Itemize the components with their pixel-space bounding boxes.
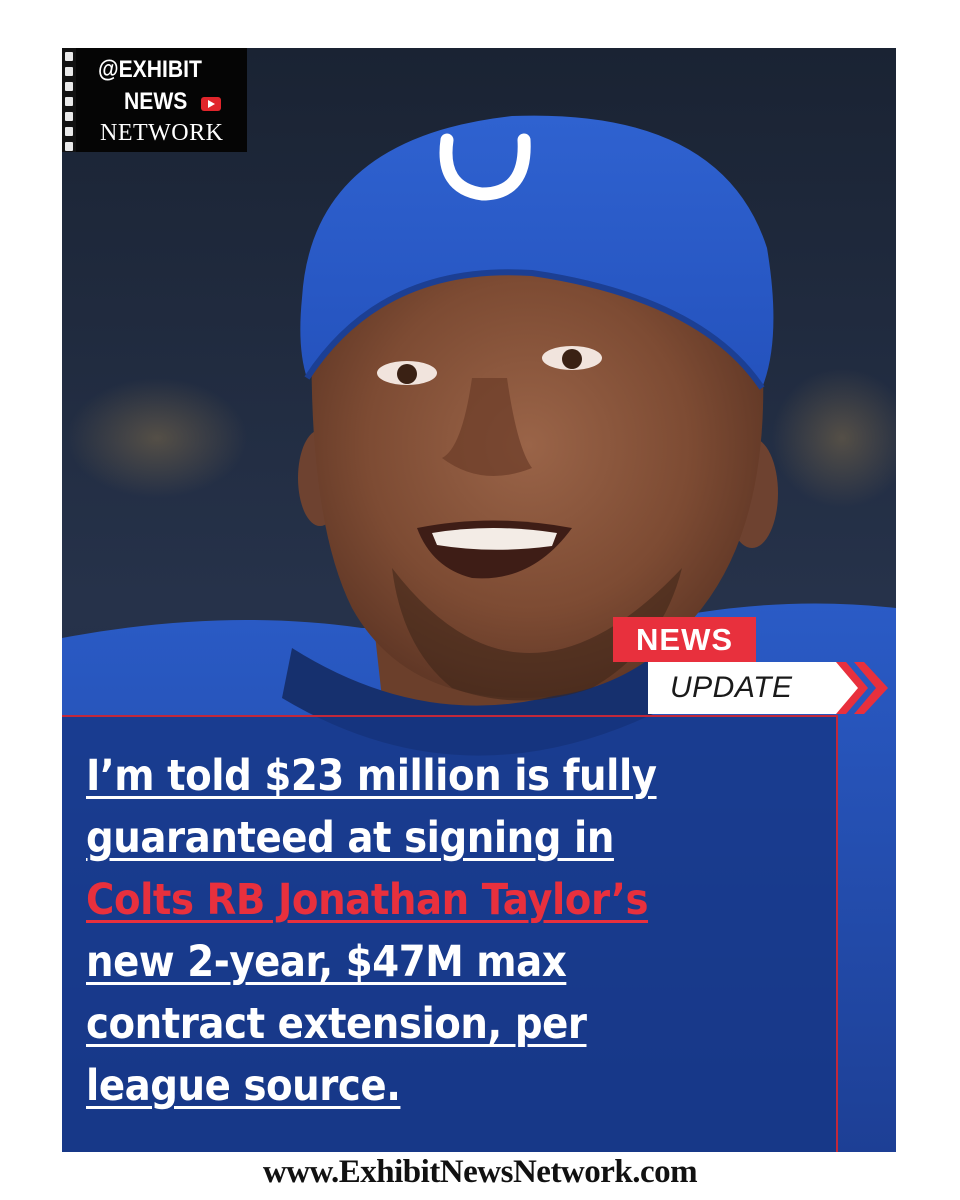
- headline-box: I’m told $23 million is fully guaranteed…: [62, 715, 838, 1152]
- footer-website-url[interactable]: www.ExhibitNewsNetwork.com: [0, 1154, 960, 1194]
- exhibit-news-network-logo: @EXHIBIT NEWS NETWORK: [62, 48, 247, 152]
- update-tag: UPDATE: [648, 662, 838, 714]
- film-strip-icon: [62, 48, 76, 152]
- news-tag: NEWS: [613, 617, 756, 662]
- logo-text-network: NETWORK: [100, 120, 224, 146]
- news-card: @EXHIBIT NEWS NETWORK NEWS UPDATE I’m to…: [62, 48, 896, 1152]
- headline-line-highlight: Colts RB Jonathan Taylor’s: [86, 875, 649, 925]
- double-chevron-right-icon: [836, 662, 888, 714]
- headline-line: new 2-year, $47M max: [86, 937, 567, 987]
- headline-line: contract extension, per: [86, 999, 587, 1049]
- headline: I’m told $23 million is fully guaranteed…: [86, 745, 826, 1117]
- headline-line: guaranteed at signing in: [86, 813, 614, 863]
- headline-line: league source.: [86, 1061, 401, 1111]
- headline-line: I’m told $23 million is fully: [86, 751, 657, 801]
- youtube-icon: [201, 97, 221, 111]
- logo-text-exhibit: @EXHIBIT: [98, 56, 202, 83]
- logo-text-news: NEWS: [124, 88, 188, 115]
